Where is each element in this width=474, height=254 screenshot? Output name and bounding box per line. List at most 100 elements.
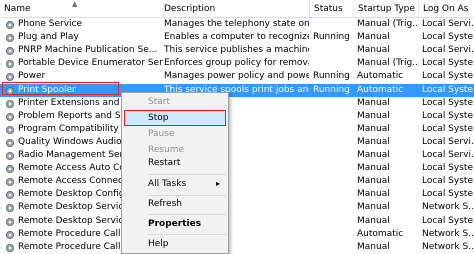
service-log-on-as: Local Syste... bbox=[422, 110, 474, 121]
service-row[interactable]: Remote Desktop Services Manual Network S..… bbox=[0, 201, 474, 214]
service-log-on-as: Local Syste... bbox=[422, 123, 474, 134]
service-row[interactable]: Print Spooler This service spools print j… bbox=[0, 83, 474, 97]
menu-properties[interactable]: Properties bbox=[124, 216, 226, 232]
menu-start[interactable]: Start bbox=[124, 94, 226, 110]
service-status: Running bbox=[313, 32, 350, 43]
service-row[interactable]: Radio Management Service Manual Local Serv… bbox=[0, 149, 474, 162]
service-log-on-as: Local Syste... bbox=[422, 84, 474, 95]
menu-all-tasks[interactable]: All Tasks ▸ bbox=[124, 176, 226, 192]
menu-pause[interactable]: Pause bbox=[124, 126, 226, 142]
service-row[interactable]: Problem Reports and Solution... Manual Loc… bbox=[0, 110, 474, 123]
service-status bbox=[313, 57, 353, 70]
service-gear-icon bbox=[6, 60, 14, 69]
service-row[interactable]: Printer Extensions and Notific... Manual L… bbox=[0, 97, 474, 110]
service-log-on-as: Local Syste... bbox=[422, 163, 474, 174]
service-status bbox=[313, 110, 353, 123]
service-gear-icon bbox=[6, 99, 14, 108]
service-startup-type: Manual bbox=[357, 32, 390, 43]
service-log-on-as: Network S... bbox=[422, 228, 474, 239]
service-name: Plug and Play bbox=[18, 32, 79, 43]
service-row[interactable]: Remote Desktop Services Us... Manual Local… bbox=[0, 215, 474, 228]
service-status bbox=[313, 241, 353, 254]
service-row[interactable]: Power Manages power policy and power pol.… bbox=[0, 70, 474, 83]
service-description: This service publishes a machine na... bbox=[164, 45, 309, 56]
column-status[interactable]: Status bbox=[310, 0, 354, 17]
service-status bbox=[313, 188, 353, 201]
service-description: Enforces group policy for removable ... bbox=[164, 58, 309, 69]
service-row[interactable]: Portable Device Enumerator ServiceEnforc… bbox=[0, 57, 474, 70]
service-startup-type: Manual bbox=[357, 45, 390, 56]
service-gear-icon bbox=[6, 34, 14, 43]
service-gear-icon bbox=[6, 165, 14, 174]
service-log-on-as: Local Syste... bbox=[422, 58, 474, 69]
service-log-on-as: Local Syste... bbox=[422, 215, 474, 226]
service-startup-type: Manual bbox=[357, 97, 390, 108]
service-gear-icon bbox=[6, 47, 14, 56]
service-row[interactable]: Remote Access Auto Connect... Manual Local… bbox=[0, 162, 474, 175]
service-status bbox=[313, 136, 353, 149]
service-startup-type: Manual bbox=[357, 215, 390, 226]
menu-help[interactable]: Help bbox=[124, 236, 226, 252]
service-row[interactable]: Remote Procedure Call (RPC)... Manual Netw… bbox=[0, 241, 474, 254]
service-description: Enables a computer to recognize and ... bbox=[164, 32, 309, 43]
service-gear-icon bbox=[6, 73, 14, 82]
service-startup-type: Automatic bbox=[357, 71, 404, 82]
service-gear-icon bbox=[6, 138, 14, 147]
service-startup-type: Manual bbox=[357, 150, 390, 160]
service-startup-type: Manual (Trig... bbox=[357, 58, 419, 69]
service-log-on-as: Local Syste... bbox=[422, 176, 474, 187]
menu-refresh[interactable]: Refresh bbox=[124, 196, 226, 212]
column-description[interactable]: Description bbox=[160, 0, 310, 17]
service-name: Power bbox=[18, 71, 46, 82]
service-row[interactable]: PNRP Machine Publication Se... This servi… bbox=[0, 44, 474, 57]
service-gear-icon bbox=[6, 217, 14, 226]
service-gear-icon bbox=[6, 230, 14, 239]
service-startup-type: Automatic bbox=[357, 84, 404, 95]
service-status bbox=[313, 215, 353, 228]
service-gear-icon bbox=[6, 86, 14, 95]
service-row[interactable]: Program Compatibility Assist... Manual Loc… bbox=[0, 123, 474, 136]
service-startup-type: Manual bbox=[357, 110, 390, 121]
menu-all-tasks-label: All Tasks bbox=[148, 179, 187, 189]
column-name[interactable]: Name bbox=[0, 0, 164, 17]
column-log-on-as[interactable]: Log On As bbox=[419, 0, 474, 17]
service-description: Manages the telephony state on the ... bbox=[164, 19, 309, 29]
service-row[interactable]: Remote Access Connection M... Manual Local… bbox=[0, 175, 474, 188]
service-status bbox=[313, 97, 353, 110]
service-startup-type: Manual bbox=[357, 189, 390, 200]
service-row[interactable]: Quality Windows Audio Video... Manual Loca… bbox=[0, 136, 474, 149]
service-status bbox=[313, 175, 353, 188]
service-log-on-as: Local Servi... bbox=[422, 45, 474, 56]
service-log-on-as: Local Syste... bbox=[422, 189, 474, 200]
service-log-on-as: Network S... bbox=[422, 202, 474, 213]
menu-separator bbox=[148, 174, 226, 175]
service-status: Running bbox=[313, 84, 350, 95]
service-row[interactable]: Remote Desktop Configuration Manual Local … bbox=[0, 188, 474, 201]
service-gear-icon bbox=[6, 21, 14, 29]
context-menu: Start Stop Pause Resume Restart All Task… bbox=[121, 92, 229, 254]
service-startup-type: Manual bbox=[357, 202, 390, 213]
column-startup-type[interactable]: Startup Type bbox=[354, 0, 419, 17]
service-status bbox=[313, 44, 353, 57]
menu-separator bbox=[148, 234, 226, 235]
menu-stop[interactable]: Stop bbox=[124, 110, 226, 126]
service-name: Portable Device Enumerator Service bbox=[18, 58, 163, 69]
service-log-on-as: Local Servi... bbox=[422, 136, 474, 147]
service-startup-type: Manual (Trig... bbox=[357, 19, 419, 29]
service-status: Running bbox=[313, 71, 350, 82]
service-log-on-as: Network S... bbox=[422, 241, 474, 252]
service-row[interactable]: Plug and Play Enables a computer to recog… bbox=[0, 31, 474, 44]
service-log-on-as: Local Syste... bbox=[422, 71, 474, 82]
service-status bbox=[313, 162, 353, 175]
service-startup-type: Manual bbox=[357, 176, 390, 187]
service-row[interactable]: Phone Service Manages the telephony state… bbox=[0, 18, 474, 31]
service-startup-type: Manual bbox=[357, 123, 390, 134]
menu-restart[interactable]: Restart bbox=[124, 155, 226, 171]
service-row[interactable]: Remote Procedure Call (RPC) Automatic Netw… bbox=[0, 228, 474, 241]
service-name: PNRP Machine Publication Se... bbox=[18, 45, 158, 56]
service-log-on-as: Local Servi... bbox=[422, 19, 474, 29]
service-gear-icon bbox=[6, 178, 14, 187]
service-log-on-as: Local Syste... bbox=[422, 97, 474, 108]
service-gear-icon bbox=[6, 204, 14, 213]
submenu-arrow-icon: ▸ bbox=[215, 179, 220, 188]
